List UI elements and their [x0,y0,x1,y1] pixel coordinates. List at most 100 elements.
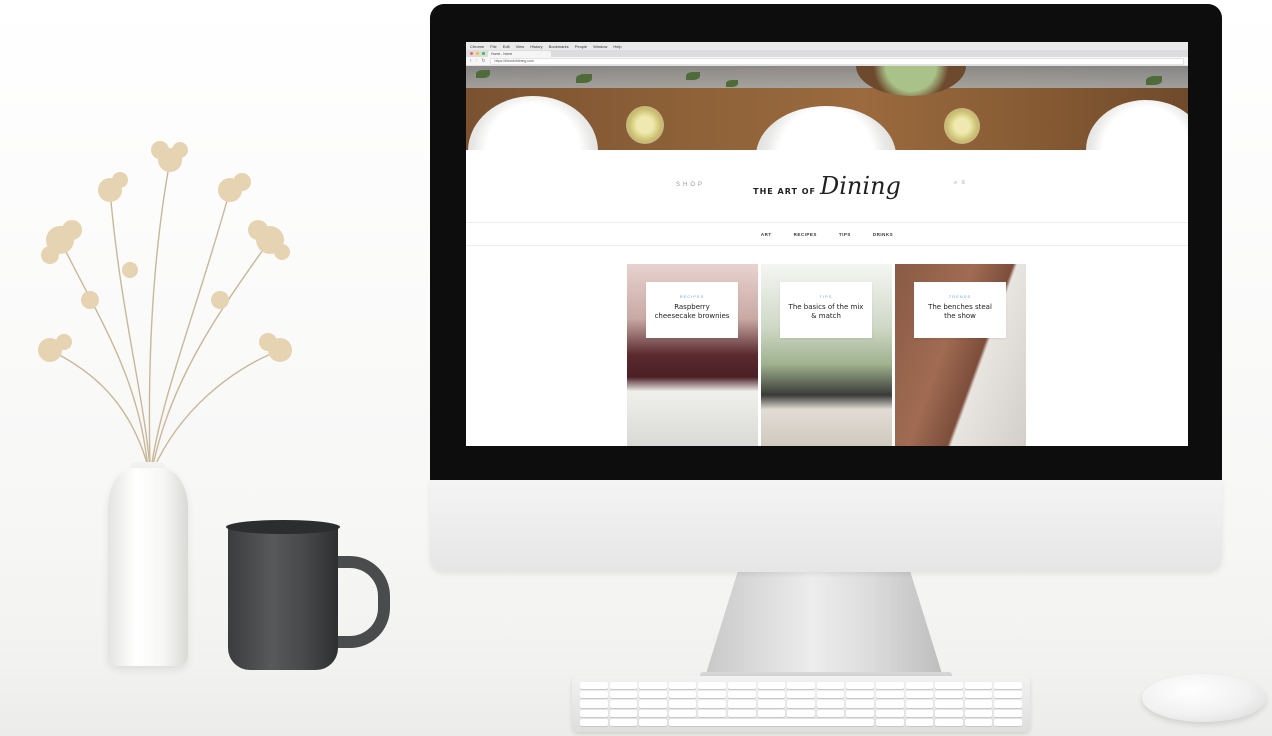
menu-icon[interactable]: ≡ [961,180,965,187]
post-card[interactable]: RECIPES Raspberry cheesecake brownies [627,264,758,446]
back-icon[interactable]: ‹ [470,58,472,64]
post-category[interactable]: TIPS [780,294,872,299]
menu-item[interactable]: View [516,44,525,49]
key [580,709,608,717]
key [964,718,993,726]
leaf-image [686,72,700,80]
key [757,682,786,690]
reload-icon[interactable]: ↻ [481,58,485,64]
key [994,709,1022,717]
key [787,691,815,699]
key [935,682,963,690]
key [787,700,815,708]
menu-item[interactable]: History [530,44,542,49]
keyboard [572,676,1030,732]
key [728,682,756,690]
leaf-image [1146,76,1162,85]
monitor-stand [704,572,944,680]
site-logo[interactable]: THE ART OF Dining [753,172,901,200]
key [876,700,904,708]
os-menubar: Chrome File Edit View History Bookmarks … [466,42,1188,50]
minimize-window-icon[interactable] [476,52,479,55]
leaf-image [726,80,738,87]
post-card[interactable]: TRENDS The benches steal the show [895,264,1026,446]
key [846,682,874,690]
header-icons: ⌕ ≡ [954,180,965,187]
menu-item[interactable]: Help [613,44,621,49]
key [728,691,756,699]
key [787,682,815,690]
menu-item[interactable]: Window [593,44,607,49]
key [698,691,726,699]
shop-link[interactable]: SHOP [676,182,705,188]
key [994,718,1022,726]
close-window-icon[interactable] [470,52,473,55]
key [816,709,845,717]
key [846,700,874,708]
key [580,718,608,726]
key [580,691,608,699]
key [846,691,874,699]
key [994,700,1022,708]
key [816,700,845,708]
key [580,700,608,708]
key [876,691,904,699]
post-card[interactable]: TIPS The basics of the mix & match [761,264,892,446]
key [609,709,638,717]
key [757,700,786,708]
key [728,700,756,708]
mouse [1142,674,1266,722]
menu-item[interactable]: People [575,44,587,49]
browser-tab[interactable]: Home - home [488,50,551,57]
key [757,709,786,717]
key [994,682,1022,690]
leaf-image [476,70,490,78]
key [964,691,993,699]
nav-item-tips[interactable]: TIPS [839,232,851,237]
key [609,700,638,708]
leaf-image [576,74,592,83]
search-icon[interactable]: ⌕ [954,180,957,187]
post-category[interactable]: RECIPES [646,294,738,299]
site-header: SHOP THE ART OF Dining ⌕ ≡ [466,150,1188,222]
nav-item-art[interactable]: ART [761,232,772,237]
post-title[interactable]: The benches steal the show [922,303,998,321]
key [698,700,726,708]
post-title[interactable]: The basics of the mix & match [788,303,864,321]
key [698,682,726,690]
spacebar [668,718,874,726]
forward-icon[interactable]: › [476,58,478,64]
url-input[interactable]: https://theartofdining.com [489,57,1184,65]
key [639,718,667,726]
menu-item[interactable]: Chrome [470,44,484,49]
nav-item-drinks[interactable]: DRINKS [873,232,893,237]
post-category[interactable]: TRENDS [914,294,1006,299]
key [698,709,726,717]
maximize-window-icon[interactable] [482,52,485,55]
key [905,700,934,708]
monitor-chin [430,480,1222,572]
post-title[interactable]: Raspberry cheesecake brownies [654,303,730,321]
monitor-screen: Chrome File Edit View History Bookmarks … [466,42,1188,446]
post-label-box: TIPS The basics of the mix & match [780,282,872,338]
table-runner [466,66,1188,88]
key [757,691,786,699]
plate-image [468,96,598,150]
logo-script: Dining [820,172,901,200]
key [816,682,845,690]
key [668,700,697,708]
post-label-box: RECIPES Raspberry cheesecake brownies [646,282,738,338]
menu-item[interactable]: Bookmarks [549,44,569,49]
logo-prefix: THE ART OF [753,187,817,196]
key [905,709,934,717]
key [846,709,874,717]
key [935,718,963,726]
key [639,682,667,690]
nav-item-recipes[interactable]: RECIPES [794,232,817,237]
menu-item[interactable]: Edit [503,44,510,49]
menu-item[interactable]: File [490,44,496,49]
white-vase [108,468,188,666]
key [787,709,815,717]
key [964,700,993,708]
key [876,709,904,717]
